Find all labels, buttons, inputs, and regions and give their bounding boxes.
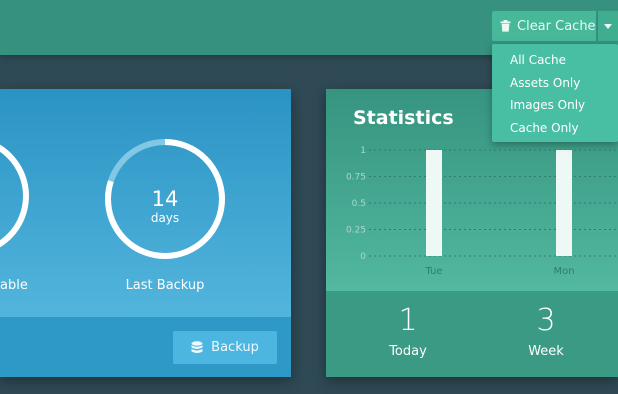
- y-tick-label: 0.75: [346, 173, 366, 183]
- menu-item-assets-only[interactable]: Assets Only: [492, 72, 618, 95]
- backup-card: 14 days able Last Backup Backup: [0, 89, 291, 377]
- clear-cache-menu: All Cache Assets Only Images Only Cache …: [492, 44, 618, 142]
- x-tick-label: Tue: [424, 266, 442, 277]
- last-backup-value: 14: [151, 187, 179, 211]
- backup-button-label: Backup: [211, 340, 259, 355]
- menu-item-images-only[interactable]: Images Only: [492, 94, 618, 117]
- x-tick-label: Mon: [553, 266, 574, 277]
- menu-item-cache-only[interactable]: Cache Only: [492, 117, 618, 140]
- bar-tue: [426, 150, 442, 256]
- clear-cache-button[interactable]: Clear Cache: [492, 11, 596, 41]
- partial-gauge: [0, 144, 29, 248]
- y-tick-label: 0.5: [352, 199, 366, 209]
- y-tick-label: 0.25: [346, 226, 366, 236]
- today-count: 1: [398, 303, 418, 338]
- partial-stat-label: able: [0, 278, 28, 293]
- clear-cache-label: Clear Cache: [517, 18, 596, 34]
- database-icon: [191, 340, 203, 353]
- y-tick-label: 1: [360, 146, 366, 156]
- bar-mon: [556, 150, 572, 256]
- caret-down-icon: [604, 23, 612, 29]
- menu-item-all-cache[interactable]: All Cache: [492, 49, 618, 72]
- today-label: Today: [389, 344, 427, 359]
- week-count: 3: [536, 303, 556, 338]
- clear-cache-dropdown-toggle[interactable]: [597, 11, 618, 41]
- last-backup-label: Last Backup: [125, 278, 205, 293]
- backup-button[interactable]: Backup: [173, 331, 277, 364]
- week-label: Week: [528, 344, 564, 359]
- y-tick-label: 0: [360, 252, 366, 262]
- last-backup-unit: days: [150, 211, 180, 225]
- trash-icon: [500, 20, 511, 32]
